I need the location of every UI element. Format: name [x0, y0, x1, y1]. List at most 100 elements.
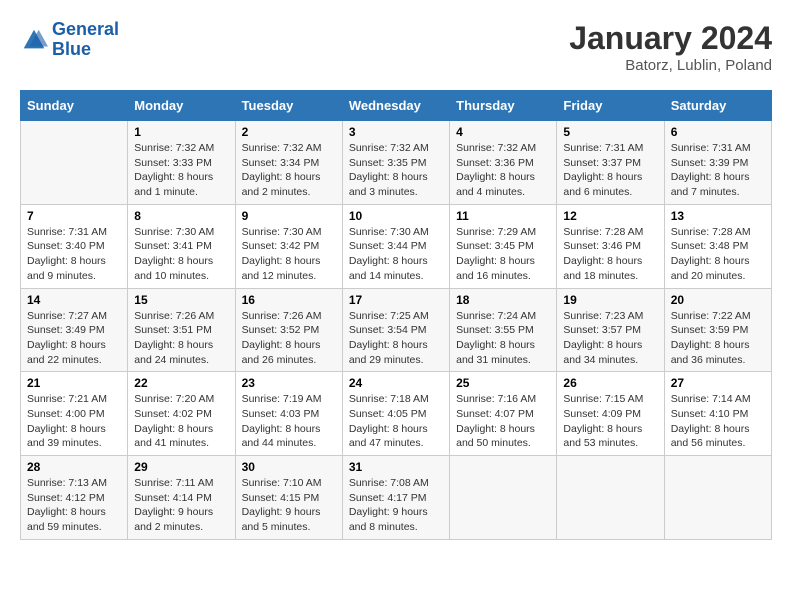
day-info: Sunrise: 7:18 AMSunset: 4:05 PMDaylight:… — [349, 392, 443, 451]
day-number: 14 — [27, 293, 121, 307]
day-number: 13 — [671, 209, 765, 223]
day-number: 25 — [456, 376, 550, 390]
day-number: 15 — [134, 293, 228, 307]
calendar-day-cell: 14 Sunrise: 7:27 AMSunset: 3:49 PMDaylig… — [21, 288, 128, 372]
day-number: 28 — [27, 460, 121, 474]
day-info: Sunrise: 7:31 AMSunset: 3:37 PMDaylight:… — [563, 141, 657, 200]
title-block: January 2024 Batorz, Lublin, Poland — [569, 20, 772, 74]
day-info: Sunrise: 7:26 AMSunset: 3:52 PMDaylight:… — [242, 309, 336, 368]
day-number: 3 — [349, 125, 443, 139]
calendar-day-cell: 27 Sunrise: 7:14 AMSunset: 4:10 PMDaylig… — [664, 372, 771, 456]
day-info: Sunrise: 7:13 AMSunset: 4:12 PMDaylight:… — [27, 476, 121, 535]
day-info: Sunrise: 7:30 AMSunset: 3:44 PMDaylight:… — [349, 225, 443, 284]
calendar-day-cell: 6 Sunrise: 7:31 AMSunset: 3:39 PMDayligh… — [664, 121, 771, 205]
day-number: 24 — [349, 376, 443, 390]
calendar-day-cell: 4 Sunrise: 7:32 AMSunset: 3:36 PMDayligh… — [450, 121, 557, 205]
calendar-day-cell: 1 Sunrise: 7:32 AMSunset: 3:33 PMDayligh… — [128, 121, 235, 205]
day-info: Sunrise: 7:19 AMSunset: 4:03 PMDaylight:… — [242, 392, 336, 451]
day-info: Sunrise: 7:28 AMSunset: 3:48 PMDaylight:… — [671, 225, 765, 284]
weekday-header-cell: Sunday — [21, 91, 128, 121]
calendar-day-cell: 23 Sunrise: 7:19 AMSunset: 4:03 PMDaylig… — [235, 372, 342, 456]
calendar-day-cell: 31 Sunrise: 7:08 AMSunset: 4:17 PMDaylig… — [342, 456, 449, 540]
logo-icon — [20, 26, 48, 54]
calendar-day-cell: 30 Sunrise: 7:10 AMSunset: 4:15 PMDaylig… — [235, 456, 342, 540]
day-number: 21 — [27, 376, 121, 390]
day-info: Sunrise: 7:32 AMSunset: 3:33 PMDaylight:… — [134, 141, 228, 200]
day-info: Sunrise: 7:11 AMSunset: 4:14 PMDaylight:… — [134, 476, 228, 535]
weekday-header-cell: Thursday — [450, 91, 557, 121]
day-info: Sunrise: 7:10 AMSunset: 4:15 PMDaylight:… — [242, 476, 336, 535]
calendar-day-cell: 22 Sunrise: 7:20 AMSunset: 4:02 PMDaylig… — [128, 372, 235, 456]
calendar-day-cell — [664, 456, 771, 540]
calendar-week-row: 14 Sunrise: 7:27 AMSunset: 3:49 PMDaylig… — [21, 288, 772, 372]
day-info: Sunrise: 7:08 AMSunset: 4:17 PMDaylight:… — [349, 476, 443, 535]
day-info: Sunrise: 7:32 AMSunset: 3:35 PMDaylight:… — [349, 141, 443, 200]
calendar-day-cell: 18 Sunrise: 7:24 AMSunset: 3:55 PMDaylig… — [450, 288, 557, 372]
day-number: 2 — [242, 125, 336, 139]
calendar-body: 1 Sunrise: 7:32 AMSunset: 3:33 PMDayligh… — [21, 121, 772, 540]
day-number: 27 — [671, 376, 765, 390]
calendar-day-cell: 11 Sunrise: 7:29 AMSunset: 3:45 PMDaylig… — [450, 204, 557, 288]
calendar-day-cell: 20 Sunrise: 7:22 AMSunset: 3:59 PMDaylig… — [664, 288, 771, 372]
day-info: Sunrise: 7:32 AMSunset: 3:36 PMDaylight:… — [456, 141, 550, 200]
day-info: Sunrise: 7:14 AMSunset: 4:10 PMDaylight:… — [671, 392, 765, 451]
weekday-header-row: SundayMondayTuesdayWednesdayThursdayFrid… — [21, 91, 772, 121]
day-info: Sunrise: 7:20 AMSunset: 4:02 PMDaylight:… — [134, 392, 228, 451]
calendar-day-cell: 28 Sunrise: 7:13 AMSunset: 4:12 PMDaylig… — [21, 456, 128, 540]
day-number: 10 — [349, 209, 443, 223]
day-number: 22 — [134, 376, 228, 390]
weekday-header-cell: Monday — [128, 91, 235, 121]
day-number: 29 — [134, 460, 228, 474]
day-number: 5 — [563, 125, 657, 139]
calendar-day-cell: 16 Sunrise: 7:26 AMSunset: 3:52 PMDaylig… — [235, 288, 342, 372]
calendar-day-cell: 12 Sunrise: 7:28 AMSunset: 3:46 PMDaylig… — [557, 204, 664, 288]
day-info: Sunrise: 7:15 AMSunset: 4:09 PMDaylight:… — [563, 392, 657, 451]
day-info: Sunrise: 7:25 AMSunset: 3:54 PMDaylight:… — [349, 309, 443, 368]
day-number: 19 — [563, 293, 657, 307]
calendar-day-cell: 15 Sunrise: 7:26 AMSunset: 3:51 PMDaylig… — [128, 288, 235, 372]
calendar-table: SundayMondayTuesdayWednesdayThursdayFrid… — [20, 90, 772, 540]
month-year: January 2024 — [569, 20, 772, 57]
day-number: 6 — [671, 125, 765, 139]
day-number: 1 — [134, 125, 228, 139]
day-info: Sunrise: 7:29 AMSunset: 3:45 PMDaylight:… — [456, 225, 550, 284]
weekday-header-cell: Tuesday — [235, 91, 342, 121]
calendar-day-cell: 9 Sunrise: 7:30 AMSunset: 3:42 PMDayligh… — [235, 204, 342, 288]
calendar-day-cell: 10 Sunrise: 7:30 AMSunset: 3:44 PMDaylig… — [342, 204, 449, 288]
calendar-day-cell: 24 Sunrise: 7:18 AMSunset: 4:05 PMDaylig… — [342, 372, 449, 456]
calendar-day-cell: 5 Sunrise: 7:31 AMSunset: 3:37 PMDayligh… — [557, 121, 664, 205]
calendar-day-cell: 25 Sunrise: 7:16 AMSunset: 4:07 PMDaylig… — [450, 372, 557, 456]
day-info: Sunrise: 7:31 AMSunset: 3:40 PMDaylight:… — [27, 225, 121, 284]
page-header: General Blue January 2024 Batorz, Lublin… — [20, 20, 772, 74]
logo-text: General Blue — [52, 20, 119, 60]
logo: General Blue — [20, 20, 119, 60]
calendar-week-row: 28 Sunrise: 7:13 AMSunset: 4:12 PMDaylig… — [21, 456, 772, 540]
day-info: Sunrise: 7:22 AMSunset: 3:59 PMDaylight:… — [671, 309, 765, 368]
day-number: 4 — [456, 125, 550, 139]
day-number: 18 — [456, 293, 550, 307]
calendar-day-cell: 8 Sunrise: 7:30 AMSunset: 3:41 PMDayligh… — [128, 204, 235, 288]
day-number: 31 — [349, 460, 443, 474]
calendar-day-cell — [21, 121, 128, 205]
calendar-day-cell: 7 Sunrise: 7:31 AMSunset: 3:40 PMDayligh… — [21, 204, 128, 288]
day-info: Sunrise: 7:28 AMSunset: 3:46 PMDaylight:… — [563, 225, 657, 284]
weekday-header-cell: Friday — [557, 91, 664, 121]
calendar-day-cell — [450, 456, 557, 540]
calendar-day-cell: 29 Sunrise: 7:11 AMSunset: 4:14 PMDaylig… — [128, 456, 235, 540]
day-info: Sunrise: 7:30 AMSunset: 3:41 PMDaylight:… — [134, 225, 228, 284]
day-number: 17 — [349, 293, 443, 307]
day-info: Sunrise: 7:26 AMSunset: 3:51 PMDaylight:… — [134, 309, 228, 368]
day-number: 9 — [242, 209, 336, 223]
day-info: Sunrise: 7:16 AMSunset: 4:07 PMDaylight:… — [456, 392, 550, 451]
day-info: Sunrise: 7:27 AMSunset: 3:49 PMDaylight:… — [27, 309, 121, 368]
day-number: 30 — [242, 460, 336, 474]
calendar-day-cell: 13 Sunrise: 7:28 AMSunset: 3:48 PMDaylig… — [664, 204, 771, 288]
calendar-day-cell: 19 Sunrise: 7:23 AMSunset: 3:57 PMDaylig… — [557, 288, 664, 372]
day-info: Sunrise: 7:24 AMSunset: 3:55 PMDaylight:… — [456, 309, 550, 368]
weekday-header-cell: Wednesday — [342, 91, 449, 121]
day-number: 7 — [27, 209, 121, 223]
calendar-week-row: 7 Sunrise: 7:31 AMSunset: 3:40 PMDayligh… — [21, 204, 772, 288]
calendar-week-row: 21 Sunrise: 7:21 AMSunset: 4:00 PMDaylig… — [21, 372, 772, 456]
calendar-day-cell: 26 Sunrise: 7:15 AMSunset: 4:09 PMDaylig… — [557, 372, 664, 456]
day-number: 11 — [456, 209, 550, 223]
